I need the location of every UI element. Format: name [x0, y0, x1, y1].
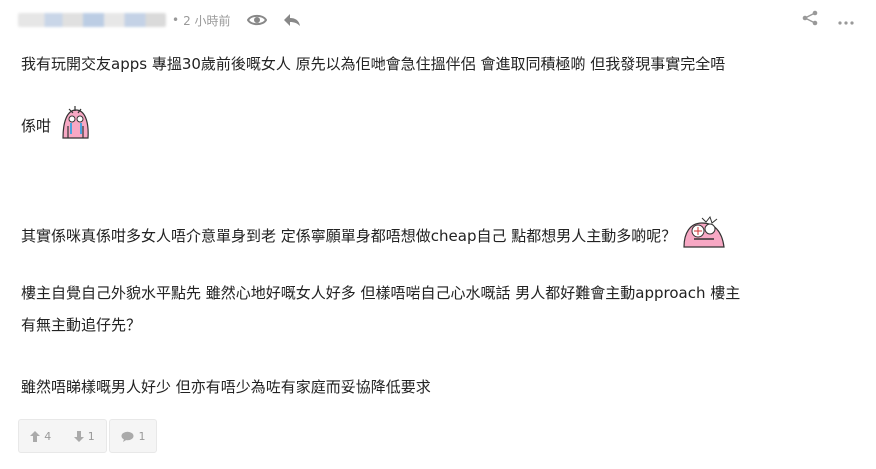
upvote-count: 4: [44, 429, 52, 443]
upvote-icon: [30, 430, 41, 442]
username-blurred[interactable]: [18, 13, 166, 27]
reply-count-button[interactable]: 1: [109, 419, 157, 453]
eye-icon[interactable]: [246, 13, 267, 27]
downvote-count: 1: [87, 429, 95, 443]
post-tools: [802, 9, 854, 31]
post-time: 2 小時前: [183, 13, 231, 28]
post-paragraph-4: 樓主自覺自己外貌水平點先 雖然心地好嘅女人好多 但樣唔啱自己心水嘅話 男人都好難…: [21, 284, 741, 302]
post-paragraph-1: 我有玩開交友apps 專搵30歲前後嘅女人 原先以為佢哋會急住搵伴侶 會進取同積…: [21, 55, 726, 73]
post-paragraph-3-text: 其實係咪真係咁多女人唔介意單身到老 定係寧願單身都唔想做cheap自己 點都想男…: [21, 227, 677, 245]
post-meta: • 2 小時前: [18, 9, 301, 31]
reply-count: 1: [138, 429, 146, 443]
reply-arrow-icon[interactable]: [283, 13, 301, 27]
comment-icon: [121, 431, 133, 442]
vote-bar: 4 1: [18, 419, 107, 453]
downvote-button[interactable]: 1: [73, 429, 95, 443]
post-paragraph-5: 有無主動追仔先？: [21, 316, 142, 334]
more-icon[interactable]: [838, 11, 854, 30]
post-paragraph-3: 其實係咪真係咁多女人唔介意單身到老 定係寧願單身都唔想做cheap自己 點都想男…: [21, 215, 726, 258]
post-paragraph-2: 係咁: [21, 104, 93, 149]
upvote-button[interactable]: 4: [30, 430, 51, 443]
separator-dot: •: [172, 13, 180, 27]
post-paragraph-6: 雖然唔睇樣嘅男人好少 但亦有唔少為咗有家庭而妥協降低要求: [21, 378, 431, 396]
crying-sticker-icon: [57, 104, 93, 149]
post-paragraph-2-text: 係咁: [21, 117, 52, 135]
downvote-icon: [73, 430, 84, 442]
share-icon[interactable]: [802, 10, 818, 30]
angry-sticker-icon: [682, 215, 726, 258]
